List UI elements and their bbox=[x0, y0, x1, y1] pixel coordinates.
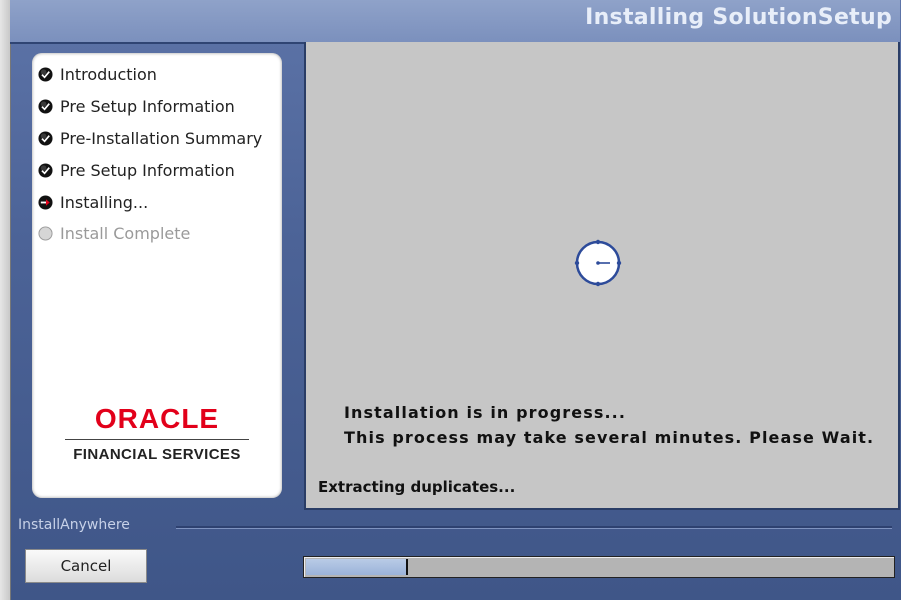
steps-list: Introduction Pre Setup Information Pre-I… bbox=[38, 59, 262, 250]
installer-window: Installing SolutionSetup Introduction Pr… bbox=[0, 0, 901, 600]
logo-subtitle: FINANCIAL SERVICES bbox=[73, 446, 241, 463]
footer-divider bbox=[176, 526, 892, 528]
progress-message: Installation is in progress... bbox=[344, 403, 626, 422]
check-circle-icon bbox=[38, 131, 53, 146]
oracle-logo: ORACLE FINANCIAL SERVICES bbox=[57, 403, 257, 463]
step-label: Pre Setup Information bbox=[60, 97, 235, 117]
empty-circle-icon bbox=[38, 226, 53, 241]
logo-divider bbox=[65, 439, 249, 440]
logo-brand: ORACLE bbox=[94, 403, 220, 434]
window-edge bbox=[0, 0, 11, 600]
step-label: Introduction bbox=[60, 65, 157, 85]
step-pre-installation-summary: Pre-Installation Summary bbox=[38, 123, 262, 155]
title-bar: Installing SolutionSetup bbox=[10, 0, 900, 44]
check-circle-icon bbox=[38, 67, 53, 82]
window-title: Installing SolutionSetup bbox=[585, 5, 892, 30]
step-label: Install Complete bbox=[60, 224, 191, 244]
step-installing: Installing... bbox=[38, 186, 262, 218]
clock-spinner-icon bbox=[574, 239, 622, 287]
step-label: Pre Setup Information bbox=[60, 160, 235, 180]
cancel-button[interactable]: Cancel bbox=[25, 549, 147, 583]
step-label: Pre-Installation Summary bbox=[60, 128, 263, 148]
step-pre-setup-information-2: Pre Setup Information bbox=[38, 154, 262, 186]
progress-fill bbox=[306, 559, 408, 575]
check-circle-icon bbox=[38, 163, 53, 178]
progress-bar bbox=[303, 556, 895, 578]
wait-message: This process may take several minutes. P… bbox=[344, 428, 875, 447]
status-text: Extracting duplicates... bbox=[318, 478, 516, 496]
step-pre-setup-information: Pre Setup Information bbox=[38, 91, 262, 123]
check-circle-icon bbox=[38, 99, 53, 114]
arrow-circle-icon bbox=[38, 195, 53, 210]
steps-sidebar: Introduction Pre Setup Information Pre-I… bbox=[32, 53, 282, 498]
vendor-label: InstallAnywhere bbox=[18, 517, 130, 533]
step-label: Installing... bbox=[60, 192, 149, 212]
step-install-complete: Install Complete bbox=[38, 218, 262, 250]
step-introduction: Introduction bbox=[38, 59, 262, 91]
content-panel: Installation is in progress... This proc… bbox=[304, 42, 900, 510]
